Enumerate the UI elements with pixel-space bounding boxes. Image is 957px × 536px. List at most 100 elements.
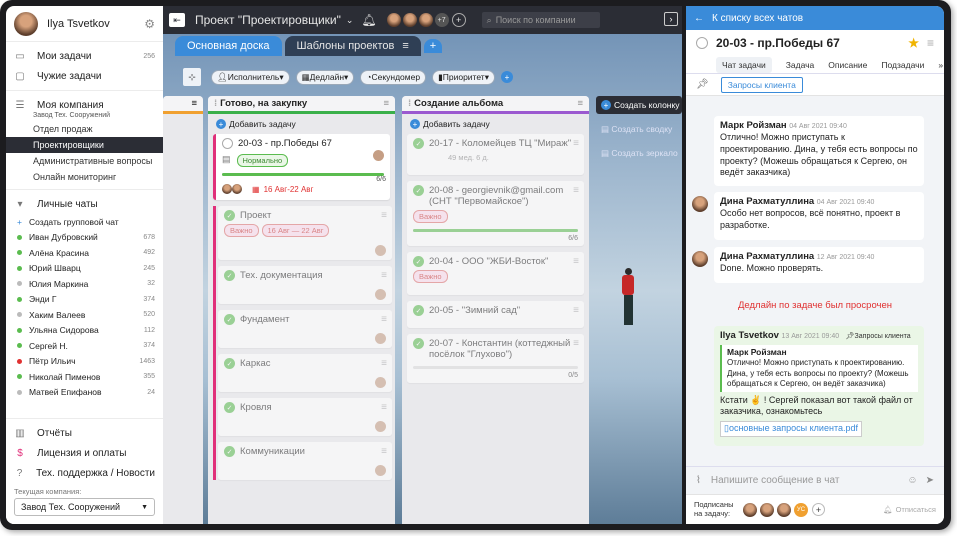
hamburger-icon[interactable]: ≡ bbox=[381, 210, 387, 221]
search-input[interactable]: ⌕ Поиск по компании bbox=[481, 12, 600, 28]
project-title[interactable]: Проект "Проектировщики" bbox=[195, 13, 341, 27]
chat-list-item[interactable]: Матвей Епифанов 24 bbox=[6, 385, 163, 401]
gear-icon[interactable]: ⚙ bbox=[144, 17, 155, 31]
main-task-card[interactable]: 20-03 - пр.Победы 67 ▤ Нормально 6/6 ▦ 1… bbox=[213, 134, 390, 200]
add-tab-button[interactable]: + bbox=[423, 39, 443, 53]
sidebar-item-department[interactable]: Административные вопросы bbox=[6, 153, 163, 169]
chat-message[interactable]: Дина Рахматуллина 04 Авг 2021 09:40 Особ… bbox=[714, 192, 924, 240]
task-checkbox[interactable]: ✓ bbox=[413, 305, 424, 316]
chat-list-item[interactable]: Николай Пименов 355 bbox=[6, 369, 163, 385]
chat-list-item[interactable]: Ульяна Сидорова 112 bbox=[6, 323, 163, 339]
priority-tag[interactable]: Важно bbox=[224, 224, 259, 237]
chat-topbar[interactable]: ← К списку всех чатов bbox=[686, 6, 944, 30]
add-member-icon[interactable]: + bbox=[451, 13, 466, 27]
task-checkbox[interactable]: ✓ bbox=[413, 138, 424, 149]
sidebar-item-reports[interactable]: ▥ Отчёты bbox=[6, 423, 163, 443]
drag-handle-icon[interactable]: ⁞ bbox=[214, 98, 217, 109]
member-avatar[interactable] bbox=[222, 184, 232, 194]
sidebar-item-department[interactable]: Проектировщики bbox=[6, 137, 163, 153]
create-column-button[interactable]: + Создать колонку bbox=[596, 96, 682, 114]
collapse-sidebar-icon[interactable]: ⇤ bbox=[169, 13, 185, 27]
task-card[interactable]: ✓ 20-07 - Константин (коттеджный посёлок … bbox=[407, 334, 584, 383]
member-avatar[interactable] bbox=[402, 13, 417, 27]
tab-task-chat[interactable]: Чат задачи bbox=[716, 56, 772, 73]
star-icon[interactable]: ★ bbox=[908, 36, 919, 50]
author-avatar[interactable] bbox=[692, 196, 708, 212]
chat-list-item[interactable]: Пётр Ильич 1463 bbox=[6, 354, 163, 370]
sidebar-item-license[interactable]: $ Лицензия и оплаты bbox=[6, 443, 163, 463]
quoted-message[interactable]: Марк Ройзман Отлично! Можно приступать к… bbox=[720, 345, 918, 392]
assignee-avatar[interactable] bbox=[375, 289, 386, 300]
hamburger-icon[interactable]: ≡ bbox=[381, 446, 387, 457]
create-group-chat[interactable]: + Создать групповой чат bbox=[6, 214, 163, 230]
member-avatar[interactable] bbox=[418, 13, 433, 27]
sidebar-item-my-tasks[interactable]: ▭ Мои задачи 256 bbox=[6, 46, 163, 66]
add-filter-button[interactable]: + bbox=[500, 71, 513, 83]
chat-message-reply[interactable]: Ilya Tsvetkov 13 Авг 2021 09:40 📌︎Запрос… bbox=[714, 326, 924, 446]
hamburger-icon[interactable]: ≡ bbox=[381, 314, 387, 325]
task-checkbox[interactable] bbox=[696, 37, 708, 49]
author-avatar[interactable] bbox=[692, 251, 708, 267]
task-checkbox[interactable]: ✓ bbox=[413, 256, 424, 267]
company-select[interactable]: Завод Тех. Сооружений ▼ bbox=[14, 498, 155, 516]
unsubscribe-button[interactable]: Отписаться bbox=[896, 505, 936, 514]
emoji-icon[interactable]: ☺ bbox=[907, 475, 917, 486]
member-avatar[interactable] bbox=[386, 13, 401, 27]
subtask-card[interactable]: ✓ Проект ≡ Важно 16 Авг — 22 Авг bbox=[218, 206, 392, 260]
chat-list-item[interactable]: Сергей Н. 374 bbox=[6, 338, 163, 354]
task-card[interactable]: ✓ 20-04 - ООО "ЖБИ-Восток" ≡ Важно bbox=[407, 252, 584, 295]
sidebar-item-department[interactable]: Отдел продаж bbox=[6, 121, 163, 137]
more-members-badge[interactable]: +7 bbox=[434, 13, 449, 27]
subscriber-avatar[interactable] bbox=[760, 502, 774, 517]
file-attachment[interactable]: ▯основные запросы клиента.pdf bbox=[720, 420, 862, 437]
user-avatar[interactable] bbox=[14, 11, 38, 36]
task-checkbox[interactable]: ✓ bbox=[413, 338, 424, 349]
hamburger-icon[interactable]: ≡ bbox=[381, 358, 387, 369]
back-link[interactable]: К списку всех чатов bbox=[712, 13, 803, 24]
task-checkbox[interactable]: ✓ bbox=[224, 210, 235, 221]
assignee-avatar[interactable] bbox=[375, 333, 386, 344]
sidebar-item-department[interactable]: Онлайн мониторинг bbox=[6, 169, 163, 185]
chat-list-item[interactable]: Энди Г 374 bbox=[6, 292, 163, 308]
filter-assignee[interactable]: 👤︎ Исполнитель ▾ bbox=[211, 69, 290, 85]
assignee-avatar[interactable] bbox=[375, 465, 386, 476]
subtask-card[interactable]: ✓ Фундамент ≡ bbox=[218, 310, 392, 348]
member-avatar[interactable] bbox=[232, 184, 242, 194]
task-checkbox[interactable]: ✓ bbox=[224, 402, 235, 413]
assignee-avatar[interactable] bbox=[373, 150, 384, 161]
chevron-down-icon[interactable]: ⌄ bbox=[346, 15, 354, 26]
chat-list-item[interactable]: Юлия Маркина 32 bbox=[6, 276, 163, 292]
assignee-avatar[interactable] bbox=[375, 421, 386, 432]
task-card[interactable]: ✓ 20-05 - "Зимний сад" ≡ bbox=[407, 301, 584, 328]
chat-panel-toggle[interactable]: › bbox=[664, 12, 678, 26]
arrow-left-icon[interactable]: ← bbox=[694, 13, 704, 24]
subscriber-avatar[interactable] bbox=[777, 502, 791, 517]
tab-task[interactable]: Задача bbox=[786, 60, 815, 70]
chat-list-item[interactable]: Хаким Валеев 520 bbox=[6, 307, 163, 323]
chat-message[interactable]: Дина Рахматуллина 12 Авг 2021 09:40 Done… bbox=[714, 247, 924, 283]
filter-deadline[interactable]: ▦ Дедлайн ▾ bbox=[295, 69, 355, 85]
sidebar-item-other-tasks[interactable]: ▢ Чужие задачи bbox=[6, 66, 163, 86]
tab-subtasks[interactable]: Подзадачи bbox=[881, 60, 924, 70]
task-checkbox[interactable] bbox=[222, 138, 233, 149]
hamburger-icon[interactable]: ≡ bbox=[381, 270, 387, 281]
hamburger-icon[interactable]: ≡ bbox=[402, 40, 408, 52]
priority-tag[interactable]: Нормально bbox=[236, 154, 289, 167]
pinned-button[interactable]: Запросы клиента bbox=[720, 76, 803, 93]
paperclip-icon[interactable]: ⌇ bbox=[696, 475, 701, 486]
task-card[interactable]: ✓ 20-17 - Коломейцев ТЦ "Мираж" ≡ 49 мед. 6… bbox=[407, 134, 584, 175]
drag-handle-icon[interactable]: ⁞ bbox=[408, 98, 411, 109]
task-checkbox[interactable]: ✓ bbox=[413, 185, 424, 196]
create-swimlane-button[interactable]: ▤ Создать сводку bbox=[601, 124, 672, 135]
send-icon[interactable]: ➤ bbox=[926, 475, 934, 486]
subscriber-avatar[interactable] bbox=[743, 502, 757, 517]
hamburger-icon[interactable]: ≡ bbox=[573, 338, 579, 349]
sidebar-item-support[interactable]: ? Тех. поддержка / Новости bbox=[6, 463, 163, 483]
hamburger-icon[interactable]: ≡ bbox=[573, 256, 579, 267]
filter-stopwatch[interactable]: ◔ Секундомер bbox=[360, 69, 427, 85]
task-card[interactable]: ✓ 20-08 - georgievnik@gmail.com (СНТ "Пер… bbox=[407, 181, 584, 246]
task-checkbox[interactable]: ✓ bbox=[224, 446, 235, 457]
chevron-right-icon[interactable]: » bbox=[938, 60, 943, 70]
profile-header[interactable]: Ilya Tsvetkov ⚙ bbox=[6, 6, 163, 42]
add-subscriber-icon[interactable]: + bbox=[812, 503, 825, 516]
